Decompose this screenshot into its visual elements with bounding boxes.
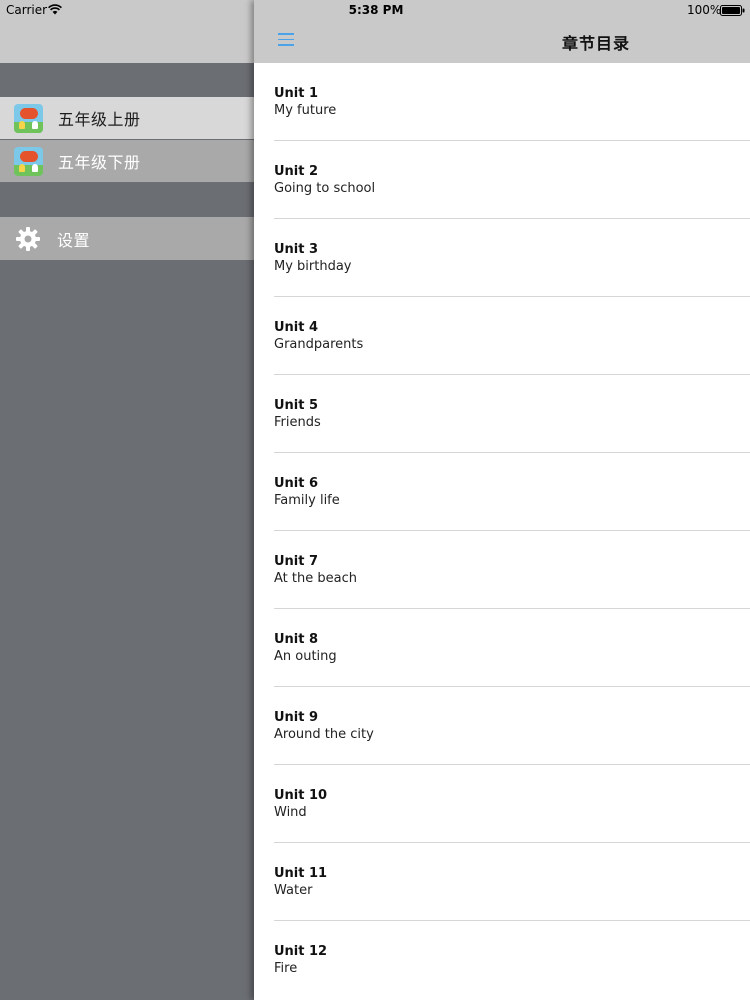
list-item-unit-12[interactable]: Unit 12 Fire — [254, 921, 750, 999]
list-item-unit-9[interactable]: Unit 9 Around the city — [254, 687, 750, 765]
status-bar: Carrier 5:38 PM 100% — [0, 0, 750, 20]
sidebar-item-label: 五年级下册 — [58, 153, 141, 172]
unit-list: Unit 1 My future Unit 2 Going to school … — [254, 63, 750, 999]
unit-number: Unit 3 — [274, 242, 319, 257]
unit-title: An outing — [274, 649, 337, 664]
unit-title: Going to school — [274, 181, 376, 196]
unit-title: Water — [274, 883, 313, 898]
unit-title: Wind — [274, 805, 307, 820]
unit-number: Unit 5 — [274, 398, 319, 413]
unit-number: Unit 12 — [274, 944, 328, 959]
unit-title: My birthday — [274, 259, 352, 274]
book-cover-icon — [14, 103, 43, 133]
unit-title: Friends — [274, 415, 321, 430]
list-item-unit-4[interactable]: Unit 4 Grandparents — [254, 297, 750, 375]
list-item-unit-5[interactable]: Unit 5 Friends — [254, 375, 750, 453]
unit-number: Unit 2 — [274, 164, 319, 179]
unit-number: Unit 11 — [274, 866, 328, 881]
carrier-label: Carrier — [6, 3, 48, 17]
sidebar-item-grade5-volume1[interactable]: 五年级上册 — [0, 97, 254, 139]
battery-percentage: 100% — [687, 3, 722, 17]
book-cover-icon — [14, 146, 43, 176]
unit-title: Grandparents — [274, 337, 364, 352]
list-item-unit-1[interactable]: Unit 1 My future — [254, 63, 750, 141]
sidebar: 五年级上册 五年级下册 设置 — [0, 0, 254, 1000]
page-title: 章节目录 — [561, 34, 631, 53]
clock: 5:38 PM — [348, 3, 404, 17]
unit-number: Unit 6 — [274, 476, 319, 491]
unit-number: Unit 9 — [274, 710, 319, 725]
sidebar-item-settings[interactable]: 设置 — [0, 217, 254, 260]
unit-number: Unit 10 — [274, 788, 328, 803]
sidebar-item-grade5-volume2[interactable]: 五年级下册 — [0, 140, 254, 182]
hamburger-icon[interactable] — [278, 33, 294, 46]
unit-number: Unit 1 — [274, 86, 319, 101]
unit-number: Unit 8 — [274, 632, 319, 647]
list-item-unit-3[interactable]: Unit 3 My birthday — [254, 219, 750, 297]
chapter-list-panel: 章节目录 Unit 1 My future Unit 2 Going to sc… — [254, 0, 750, 1000]
unit-title: Family life — [274, 493, 340, 508]
list-item-unit-7[interactable]: Unit 7 At the beach — [254, 531, 750, 609]
sidebar-item-label: 设置 — [57, 230, 91, 250]
gear-icon — [16, 226, 40, 251]
unit-title: Around the city — [274, 727, 374, 742]
list-item-unit-10[interactable]: Unit 10 Wind — [254, 765, 750, 843]
unit-title: Fire — [274, 961, 298, 976]
list-item-unit-2[interactable]: Unit 2 Going to school — [254, 141, 750, 219]
unit-number: Unit 4 — [274, 320, 319, 335]
unit-number: Unit 7 — [274, 554, 319, 569]
list-item-unit-8[interactable]: Unit 8 An outing — [254, 609, 750, 687]
wifi-icon — [48, 4, 62, 15]
battery-icon — [720, 5, 745, 16]
list-item-unit-6[interactable]: Unit 6 Family life — [254, 453, 750, 531]
list-item-unit-11[interactable]: Unit 11 Water — [254, 843, 750, 921]
unit-title: At the beach — [274, 571, 357, 586]
unit-title: My future — [274, 103, 337, 118]
sidebar-item-label: 五年级上册 — [58, 110, 141, 129]
